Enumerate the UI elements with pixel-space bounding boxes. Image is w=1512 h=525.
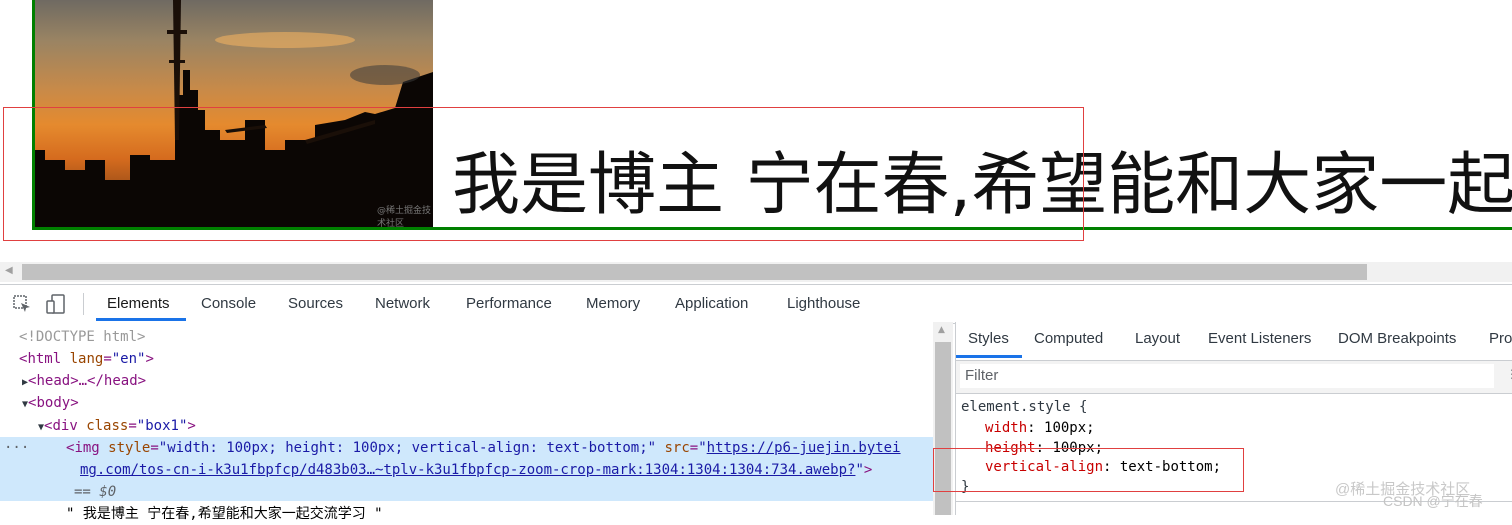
tabbar-divider [83, 293, 84, 315]
dom-text-node[interactable]: " 我是博主 宁在春,希望能和大家一起交流学习 " [66, 503, 383, 525]
dom-ellipsis-menu[interactable]: ··· [4, 437, 29, 459]
tab-layout[interactable]: Layout [1135, 330, 1180, 347]
img-src-link[interactable]: https://p6-juejin.bytei [707, 440, 901, 456]
annotation-box-preview [3, 107, 1084, 241]
annotation-box-styles [933, 448, 1244, 492]
dom-html-node[interactable]: <html lang="en"> [19, 348, 154, 370]
dom-head-node[interactable]: ▶<head>…</head> [22, 370, 146, 394]
dom-img-node-cont[interactable]: mg.com/tos-cn-i-k3u1fbpfcp/d483b03…~tplv… [80, 459, 872, 481]
tab-dom-breakpoints[interactable]: DOM Breakpoints [1338, 330, 1456, 347]
dom-img-node[interactable]: <img style="width: 100px; height: 100px;… [66, 437, 901, 459]
tab-performance[interactable]: Performance [466, 295, 552, 312]
scroll-up-arrow-icon[interactable]: ▲ [938, 325, 945, 335]
styles-tab-indicator [956, 355, 1022, 358]
styles-filter-input[interactable]: Filter [960, 364, 1494, 388]
dom-body-node[interactable]: ▼<body> [22, 392, 79, 416]
dom-doctype[interactable]: <!DOCTYPE html> [19, 326, 145, 348]
tab-memory[interactable]: Memory [586, 295, 640, 312]
scroll-left-arrow-icon[interactable]: ◀ [5, 265, 13, 276]
tab-sources[interactable]: Sources [288, 295, 343, 312]
tab-event-listeners[interactable]: Event Listeners [1208, 330, 1311, 347]
rule-selector[interactable]: element.style { [961, 396, 1087, 418]
page-preview: @稀土掘金技术社区 我是博主 宁在春,希望能和大家一起交流学习 [0, 0, 1512, 262]
dom-eq-dollar: == $0 [74, 484, 117, 500]
tab-styles[interactable]: Styles [968, 330, 1009, 347]
filter-placeholder: Filter [965, 367, 999, 384]
tab-application[interactable]: Application [675, 295, 748, 312]
device-toolbar-icon[interactable] [46, 294, 66, 318]
csdn-watermark: CSDN @宁在春 [1383, 493, 1483, 509]
tab-network[interactable]: Network [375, 295, 430, 312]
inspect-element-icon[interactable] [12, 294, 32, 318]
active-tab-indicator [96, 318, 186, 321]
tab-lighthouse[interactable]: Lighthouse [787, 295, 860, 312]
tab-properties[interactable]: Pro [1489, 330, 1512, 347]
img-src-link-cont[interactable]: mg.com/tos-cn-i-k3u1fbpfcp/d483b03…~tplv… [80, 462, 855, 478]
tab-computed[interactable]: Computed [1034, 330, 1103, 347]
filter-options-icon[interactable]: ⋮ [1506, 367, 1512, 381]
horizontal-scrollbar-thumb[interactable] [22, 264, 1367, 280]
dom-div-node[interactable]: ▼<div class="box1"> [38, 415, 196, 439]
devtools-tabbar: Elements Console Sources Network Perform… [0, 284, 1512, 324]
tab-elements[interactable]: Elements [107, 295, 170, 312]
rule-prop-width[interactable]: width: 100px; [985, 417, 1095, 439]
tab-console[interactable]: Console [201, 295, 256, 312]
